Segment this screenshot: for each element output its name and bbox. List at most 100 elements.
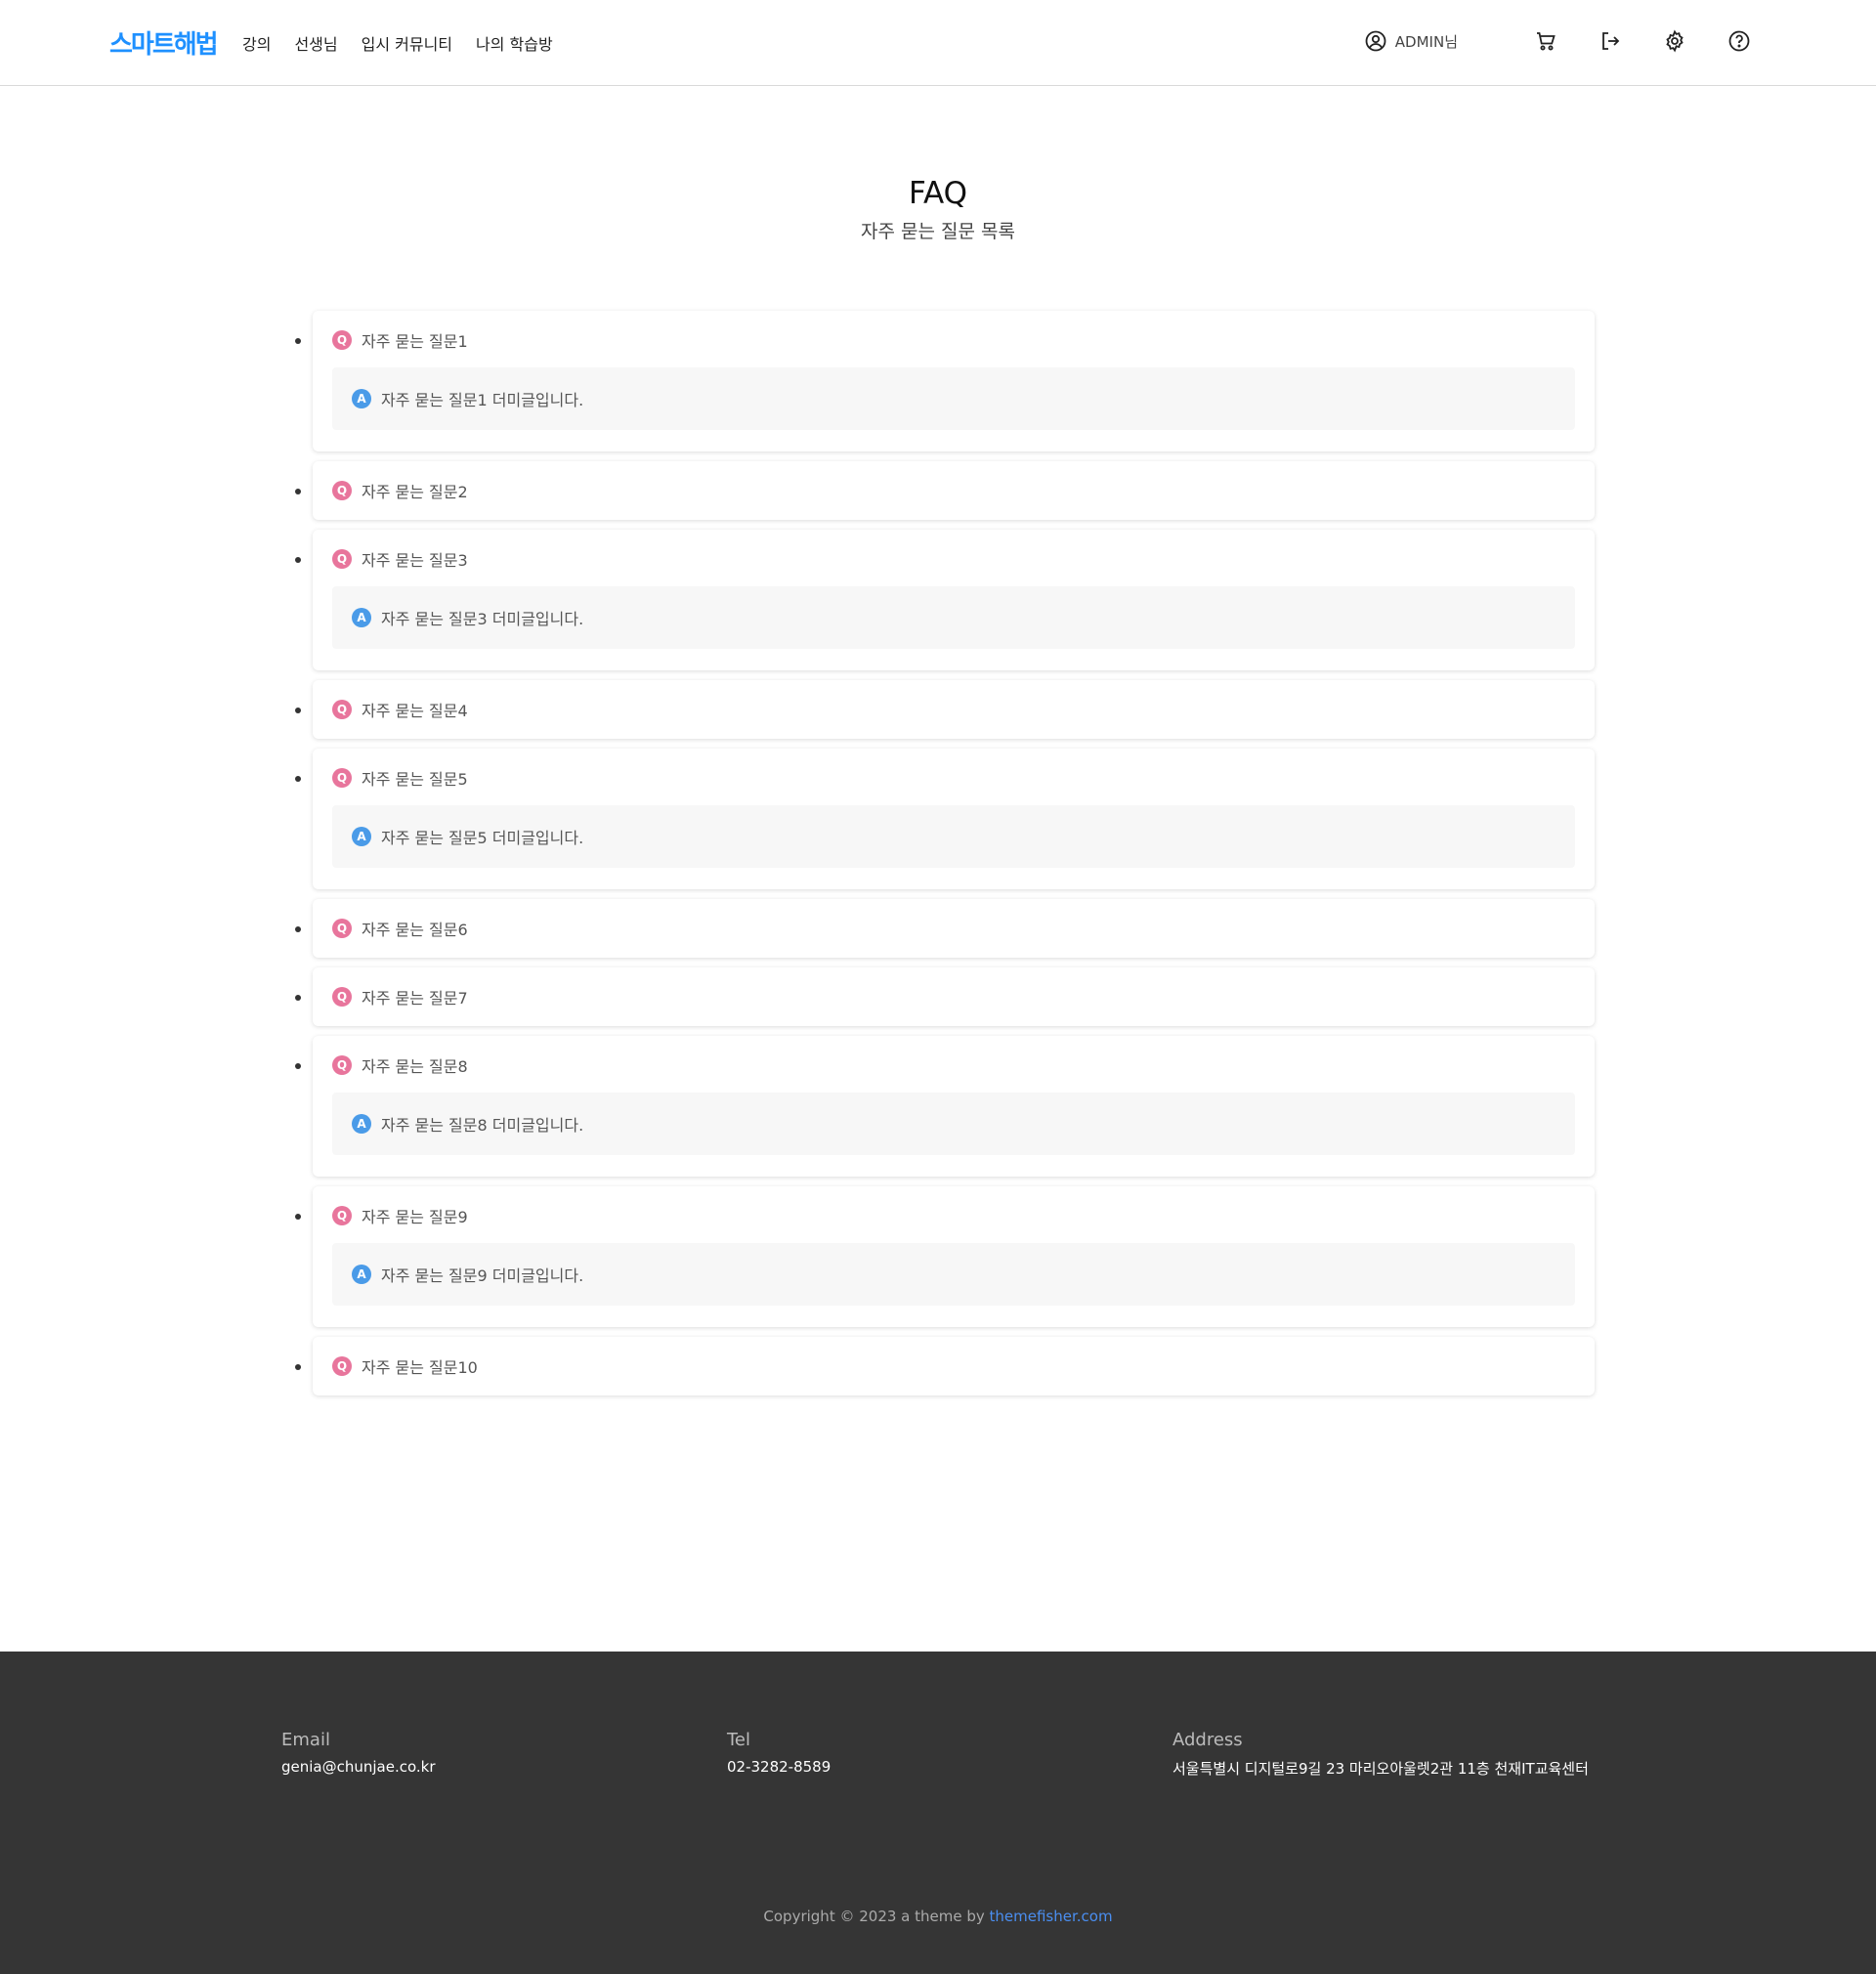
faq-card: Q 자주 묻는 질문8 A 자주 묻는 질문8 더미글입니다. [313, 1036, 1595, 1177]
faq-answer: A 자주 묻는 질문1 더미글입니다. [332, 367, 1575, 430]
logout-icon [1602, 32, 1620, 50]
faq-card: Q 자주 묻는 질문2 [313, 461, 1595, 520]
header-actions: ADMIN님 [1364, 27, 1753, 55]
logo[interactable]: 스마트해법 [109, 25, 219, 60]
faq-card: Q 자주 묻는 질문6 [313, 899, 1595, 958]
user-circle-icon [1365, 30, 1386, 52]
faq-answer: A 자주 묻는 질문3 더미글입니다. [332, 586, 1575, 649]
faq-answer: A 자주 묻는 질문8 더미글입니다. [332, 1093, 1575, 1155]
answer-badge-icon: A [352, 608, 371, 627]
faq-item: Q 자주 묻는 질문1 A 자주 묻는 질문1 더미글입니다. [295, 311, 1595, 451]
footer-email: Email genia@chunjae.co.kr [281, 1730, 436, 1776]
nav-item-lectures[interactable]: 강의 [242, 31, 271, 55]
footer-tel-label: Tel [727, 1730, 751, 1750]
faq-item: Q 자주 묻는 질문7 [295, 967, 1595, 1026]
user-name: ADMIN님 [1394, 32, 1458, 51]
faq-card: Q 자주 묻는 질문1 A 자주 묻는 질문1 더미글입니다. [313, 311, 1595, 451]
list-bullet [295, 338, 301, 344]
faq-question[interactable]: Q 자주 묻는 질문10 [332, 1354, 1575, 1378]
answer-badge-icon: A [352, 1265, 371, 1284]
question-badge-icon: Q [332, 1206, 352, 1225]
faq-list: Q 자주 묻는 질문1 A 자주 묻는 질문1 더미글입니다. Q 자주 묻는 질문2 Q 자… [295, 311, 1595, 1405]
faq-question-text: 자주 묻는 질문1 [362, 332, 468, 351]
list-bullet [295, 557, 301, 563]
nav-item-community[interactable]: 입시 커뮤니티 [362, 31, 452, 55]
faq-question-text: 자주 묻는 질문8 [362, 1057, 468, 1076]
faq-answer-text: 자주 묻는 질문1 더미글입니다. [381, 391, 584, 409]
cart-icon [1537, 32, 1556, 51]
site-header: 스마트해법 강의 선생님 입시 커뮤니티 나의 학습방 ADMIN님 [0, 0, 1876, 86]
page-title: FAQ [908, 176, 968, 211]
faq-item: Q 자주 묻는 질문6 [295, 899, 1595, 958]
faq-question[interactable]: Q 자주 묻는 질문8 [332, 1053, 1575, 1077]
nav-item-teachers[interactable]: 선생님 [294, 31, 337, 55]
faq-question[interactable]: Q 자주 묻는 질문7 [332, 985, 1575, 1008]
faq-question-text: 자주 묻는 질문7 [362, 989, 468, 1008]
faq-question[interactable]: Q 자주 묻는 질문3 [332, 547, 1575, 571]
footer-address: Address 서울특별시 디지털로9길 23 마리오아울렛2관 11층 천재I… [1172, 1730, 1589, 1779]
copyright-text: Copyright © 2023 a theme by [763, 1908, 990, 1925]
answer-badge-icon: A [352, 827, 371, 846]
main-nav: 강의 선생님 입시 커뮤니티 나의 학습방 [242, 31, 553, 55]
faq-question-text: 자주 묻는 질문5 [362, 770, 468, 789]
faq-question[interactable]: Q 자주 묻는 질문1 [332, 328, 1575, 352]
faq-question[interactable]: Q 자주 묻는 질문9 [332, 1204, 1575, 1227]
faq-question-text: 자주 묻는 질문6 [362, 921, 468, 939]
footer-address-value: 서울특별시 디지털로9길 23 마리오아울렛2관 11층 천재IT교육센터 [1172, 1760, 1589, 1778]
list-bullet [295, 708, 301, 713]
question-badge-icon: Q [332, 1055, 352, 1075]
question-badge-icon: Q [332, 700, 352, 719]
question-badge-icon: Q [332, 919, 352, 938]
footer-tel-value: 02-3282-8589 [727, 1758, 831, 1776]
logo-text: 스마트해법 [109, 29, 219, 60]
faq-card: Q 자주 묻는 질문4 [313, 680, 1595, 739]
footer-email-value: genia@chunjae.co.kr [281, 1758, 436, 1776]
list-bullet [295, 489, 301, 494]
footer-address-label: Address [1172, 1730, 1243, 1750]
faq-question-text: 자주 묻는 질문9 [362, 1208, 468, 1226]
list-bullet [295, 1063, 301, 1069]
faq-item: Q 자주 묻는 질문9 A 자주 묻는 질문9 더미글입니다. [295, 1186, 1595, 1327]
nav-item-my-study[interactable]: 나의 학습방 [476, 31, 553, 55]
copyright-link[interactable]: themefisher.com [990, 1908, 1113, 1925]
page-title-block: FAQ 자주 묻는 질문 목록 [0, 176, 1876, 243]
settings-button[interactable] [1661, 27, 1688, 55]
faq-answer-text: 자주 묻는 질문3 더미글입니다. [381, 610, 584, 628]
faq-question-text: 자주 묻는 질문10 [362, 1358, 478, 1377]
faq-item: Q 자주 묻는 질문5 A 자주 묻는 질문5 더미글입니다. [295, 749, 1595, 889]
faq-answer: A 자주 묻는 질문5 더미글입니다. [332, 805, 1575, 868]
list-bullet [295, 776, 301, 782]
help-button[interactable] [1726, 27, 1753, 55]
faq-item: Q 자주 묻는 질문2 [295, 461, 1595, 520]
question-badge-icon: Q [332, 481, 352, 500]
question-badge-icon: Q [332, 768, 352, 788]
gear-icon [1666, 29, 1684, 53]
faq-question[interactable]: Q 자주 묻는 질문5 [332, 766, 1575, 790]
faq-answer-text: 자주 묻는 질문8 더미글입니다. [381, 1116, 584, 1135]
question-badge-icon: Q [332, 549, 352, 569]
footer-tel: Tel 02-3282-8589 [727, 1730, 831, 1776]
footer-email-label: Email [281, 1730, 330, 1750]
faq-question-text: 자주 묻는 질문4 [362, 702, 468, 720]
faq-question[interactable]: Q 자주 묻는 질문4 [332, 698, 1575, 721]
faq-item: Q 자주 묻는 질문8 A 자주 묻는 질문8 더미글입니다. [295, 1036, 1595, 1177]
user-menu[interactable]: ADMIN님 [1364, 29, 1458, 53]
list-bullet [295, 926, 301, 932]
site-footer: Email genia@chunjae.co.kr Tel 02-3282-85… [0, 1652, 1876, 1974]
faq-answer-text: 자주 묻는 질문5 더미글입니다. [381, 829, 584, 847]
answer-badge-icon: A [352, 389, 371, 408]
faq-card: Q 자주 묻는 질문5 A 자주 묻는 질문5 더미글입니다. [313, 749, 1595, 889]
faq-question[interactable]: Q 자주 묻는 질문2 [332, 479, 1575, 502]
cart-button[interactable] [1532, 27, 1559, 55]
question-badge-icon: Q [332, 987, 352, 1007]
list-bullet [295, 995, 301, 1001]
faq-card: Q 자주 묻는 질문10 [313, 1337, 1595, 1395]
faq-answer: A 자주 묻는 질문9 더미글입니다. [332, 1243, 1575, 1306]
question-badge-icon: Q [332, 330, 352, 350]
faq-question-text: 자주 묻는 질문3 [362, 551, 468, 570]
logout-button[interactable] [1597, 27, 1624, 55]
answer-badge-icon: A [352, 1114, 371, 1134]
faq-question[interactable]: Q 자주 묻는 질문6 [332, 917, 1575, 940]
faq-item: Q 자주 묻는 질문4 [295, 680, 1595, 739]
faq-item: Q 자주 묻는 질문3 A 자주 묻는 질문3 더미글입니다. [295, 530, 1595, 670]
